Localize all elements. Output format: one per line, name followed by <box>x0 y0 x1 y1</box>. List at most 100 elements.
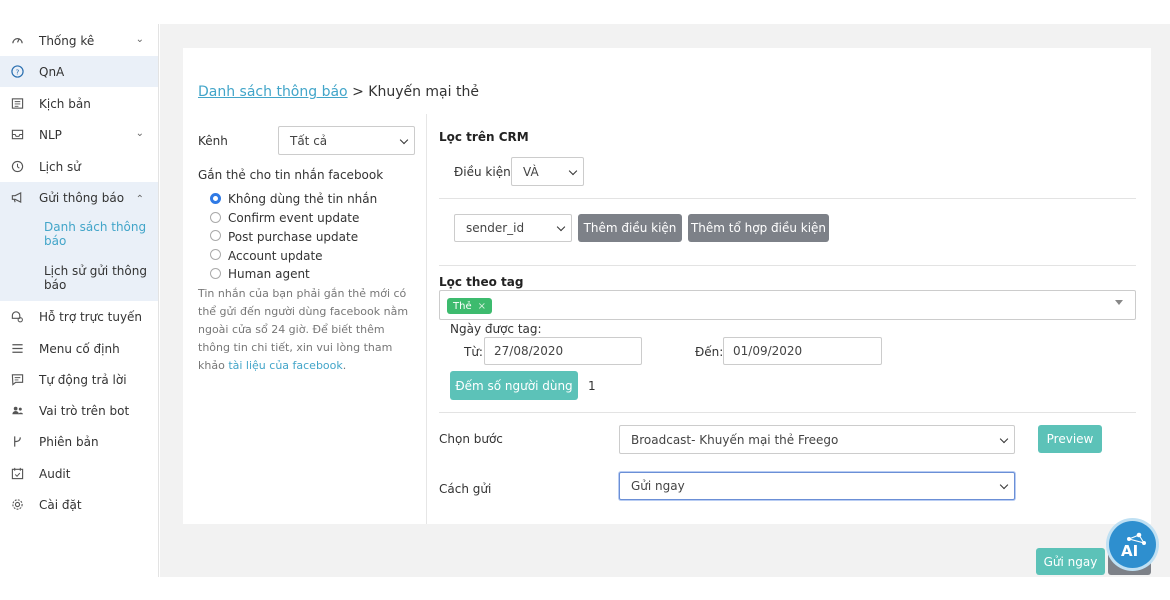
auto-reply-icon <box>10 373 24 387</box>
breadcrumb: Danh sách thông báo > Khuyến mại thẻ <box>198 84 479 100</box>
column-divider <box>426 114 427 524</box>
to-date-value: 01/09/2020 <box>733 344 803 358</box>
to-label: Đến: <box>695 345 724 359</box>
send-method-select[interactable]: Gửi ngay <box>619 472 1015 500</box>
radio-label-4: Human agent <box>228 267 310 281</box>
add-condition-group-button[interactable]: Thêm tổ hợp điều kiện <box>688 214 829 242</box>
sidebar-item-kich-ban[interactable]: Kịch bản <box>0 88 158 119</box>
menu-icon <box>10 342 24 356</box>
sidebar-item-label: Audit <box>39 466 71 481</box>
sidebar-item-ho-tro[interactable]: Hỗ trợ trực tuyến <box>0 301 158 332</box>
chevron-down-icon <box>568 166 578 175</box>
ai-network-icon: AI <box>1121 532 1146 560</box>
preview-button[interactable]: Preview <box>1038 425 1102 453</box>
sidebar-item-label: NLP <box>39 127 62 142</box>
sidebar: Thống kê ⌄ ? QnA Kịch bản NLP ⌄ Lịch sử … <box>0 24 159 577</box>
user-count: 1 <box>588 379 596 393</box>
sidebar-item-label: Phiên bản <box>39 434 99 449</box>
sidebar-item-qna[interactable]: ? QnA <box>0 56 158 87</box>
close-icon[interactable]: × <box>478 301 486 312</box>
branch-icon <box>10 435 24 449</box>
tag-multiselect[interactable]: Thẻ × <box>439 290 1136 320</box>
crm-filter-title: Lọc trên CRM <box>439 130 529 144</box>
sidebar-subitem-lich-su-gui[interactable]: Lịch sử gửi thông báo <box>0 257 158 301</box>
chevron-down-icon <box>399 135 409 144</box>
sidebar-item-label: Vai trò trên bot <box>39 403 130 418</box>
script-icon <box>10 97 24 111</box>
support-icon <box>10 310 24 324</box>
send-now-button[interactable]: Gửi ngay <box>1036 548 1105 575</box>
crm-field-select[interactable]: sender_id <box>454 214 572 242</box>
megaphone-icon <box>10 191 24 205</box>
chevron-down-icon: ⌄ <box>135 34 144 45</box>
sidebar-item-tu-dong-tra-loi[interactable]: Tự động trả lời <box>0 364 158 395</box>
message-tag-label: Gắn thẻ cho tin nhắn facebook <box>198 168 384 182</box>
sidebar-subitem-danh-sach[interactable]: Danh sách thông báo <box>0 213 158 257</box>
breadcrumb-current: Khuyến mại thẻ <box>368 84 479 100</box>
facebook-tag-note: Tin nhắn của bạn phải gắn thẻ mới có thể… <box>198 285 413 375</box>
sidebar-item-vai-tro[interactable]: Vai trò trên bot <box>0 395 158 426</box>
gauge-icon <box>10 34 24 48</box>
from-label: Từ: <box>464 345 483 359</box>
breadcrumb-link[interactable]: Danh sách thông báo <box>198 84 348 100</box>
chevron-down-icon <box>999 480 1009 490</box>
condition-label: Điều kiện <box>454 165 511 179</box>
condition-select-value: VÀ <box>523 164 539 179</box>
chevron-down-icon <box>999 434 1009 443</box>
breadcrumb-separator: > <box>352 84 364 100</box>
radio-option-1[interactable] <box>210 212 221 223</box>
to-date-input[interactable]: 01/09/2020 <box>723 337 882 365</box>
sidebar-item-audit[interactable]: Audit <box>0 458 158 489</box>
sidebar-item-phien-ban[interactable]: Phiên bản <box>0 426 158 457</box>
from-date-input[interactable]: 27/08/2020 <box>484 337 642 365</box>
radio-label-2: Post purchase update <box>228 230 359 244</box>
crm-field-select-value: sender_id <box>466 221 525 235</box>
divider <box>439 198 1136 199</box>
sidebar-subitem-label: Lịch sử gửi thông báo <box>44 264 147 292</box>
inbox-icon <box>10 128 24 142</box>
main-content: Danh sách thông báo > Khuyến mại thẻ Kên… <box>160 24 1170 577</box>
send-method-label: Cách gửi <box>439 482 492 496</box>
radio-option-0[interactable] <box>210 193 221 204</box>
sidebar-item-lich-su[interactable]: Lịch sử <box>0 151 158 182</box>
chevron-down-icon <box>556 222 566 232</box>
svg-text:AI: AI <box>1121 542 1138 560</box>
sidebar-item-label: Kịch bản <box>39 96 91 111</box>
facebook-docs-link[interactable]: tài liệu của facebook <box>228 359 342 372</box>
sidebar-item-label: Lịch sử <box>39 159 81 174</box>
app-root: Thống kê ⌄ ? QnA Kịch bản NLP ⌄ Lịch sử … <box>0 0 1170 600</box>
svg-text:?: ? <box>15 67 19 76</box>
ai-assistant-button[interactable]: AI <box>1109 521 1156 568</box>
sidebar-item-nlp[interactable]: NLP ⌄ <box>0 119 158 150</box>
tag-filter-title: Lọc theo tag <box>439 275 524 289</box>
chevron-up-icon: ⌃ <box>135 194 144 205</box>
radio-label-3: Account update <box>228 249 323 263</box>
chevron-down-icon: ⌄ <box>135 128 144 139</box>
count-users-button[interactable]: Đếm số người dùng <box>450 371 578 400</box>
sidebar-item-menu-co-dinh[interactable]: Menu cố định <box>0 333 158 364</box>
send-method-select-value: Gửi ngay <box>631 479 685 493</box>
sidebar-item-cai-dat[interactable]: Cài đặt <box>0 489 158 520</box>
step-label: Chọn bước <box>439 432 503 446</box>
radio-option-2[interactable] <box>210 230 221 241</box>
caret-down-icon <box>1115 300 1123 305</box>
breadcrumb-card: Danh sách thông báo > Khuyến mại thẻ <box>183 48 1151 115</box>
sidebar-item-gui-thong-bao[interactable]: Gửi thông báo ⌃ <box>0 182 158 213</box>
radio-label-1: Confirm event update <box>228 211 360 225</box>
radio-option-3[interactable] <box>210 249 221 260</box>
question-icon: ? <box>10 65 24 79</box>
step-select[interactable]: Broadcast- Khuyến mại thẻ Freego <box>619 425 1015 454</box>
condition-select[interactable]: VÀ <box>511 157 584 186</box>
tag-date-label: Ngày được tag: <box>450 322 542 336</box>
sidebar-item-label: Hỗ trợ trực tuyến <box>39 309 143 324</box>
radio-option-4[interactable] <box>210 268 221 279</box>
add-condition-button[interactable]: Thêm điều kiện <box>578 214 682 242</box>
sidebar-item-label: Menu cố định <box>39 341 120 356</box>
sidebar-item-thong-ke[interactable]: Thống kê ⌄ <box>0 25 158 56</box>
history-icon <box>10 160 24 174</box>
gear-icon <box>10 498 24 512</box>
sidebar-item-label: Gửi thông báo <box>39 190 125 205</box>
note-end: . <box>342 359 347 372</box>
divider <box>439 265 1136 266</box>
channel-select[interactable]: Tất cả <box>278 126 415 155</box>
